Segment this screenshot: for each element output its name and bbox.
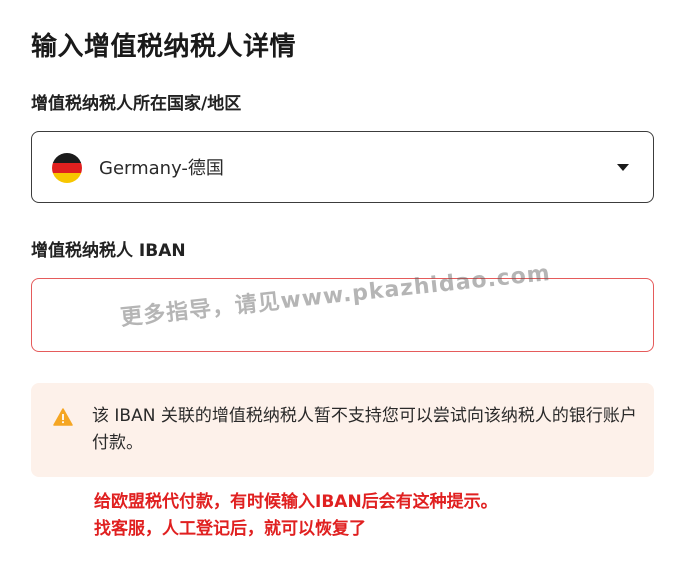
country-select-value: Germany-德国	[99, 158, 224, 179]
country-select[interactable]: Germany-德国	[31, 131, 654, 203]
page-title: 输入增值税纳税人详情	[31, 32, 297, 62]
country-field-label: 增值税纳税人所在国家/地区	[31, 94, 242, 114]
annotation-line-1: 给欧盟税代付款，有时候输入IBAN后会有这种提示。	[94, 492, 498, 512]
germany-flag-icon	[52, 153, 82, 183]
annotation-line-2: 找客服，人工登记后，就可以恢复了	[94, 519, 366, 539]
warning-message: 该 IBAN 关联的增值税纳税人暂不支持您可以尝试向该纳税人的银行账户付款。	[92, 406, 637, 453]
chevron-down-icon[interactable]	[617, 164, 629, 171]
warning-triangle-icon	[53, 408, 73, 426]
iban-field-label: 增值税纳税人 IBAN	[31, 241, 186, 261]
warning-alert: 该 IBAN 关联的增值税纳税人暂不支持您可以尝试向该纳税人的银行账户付款。	[31, 383, 654, 477]
